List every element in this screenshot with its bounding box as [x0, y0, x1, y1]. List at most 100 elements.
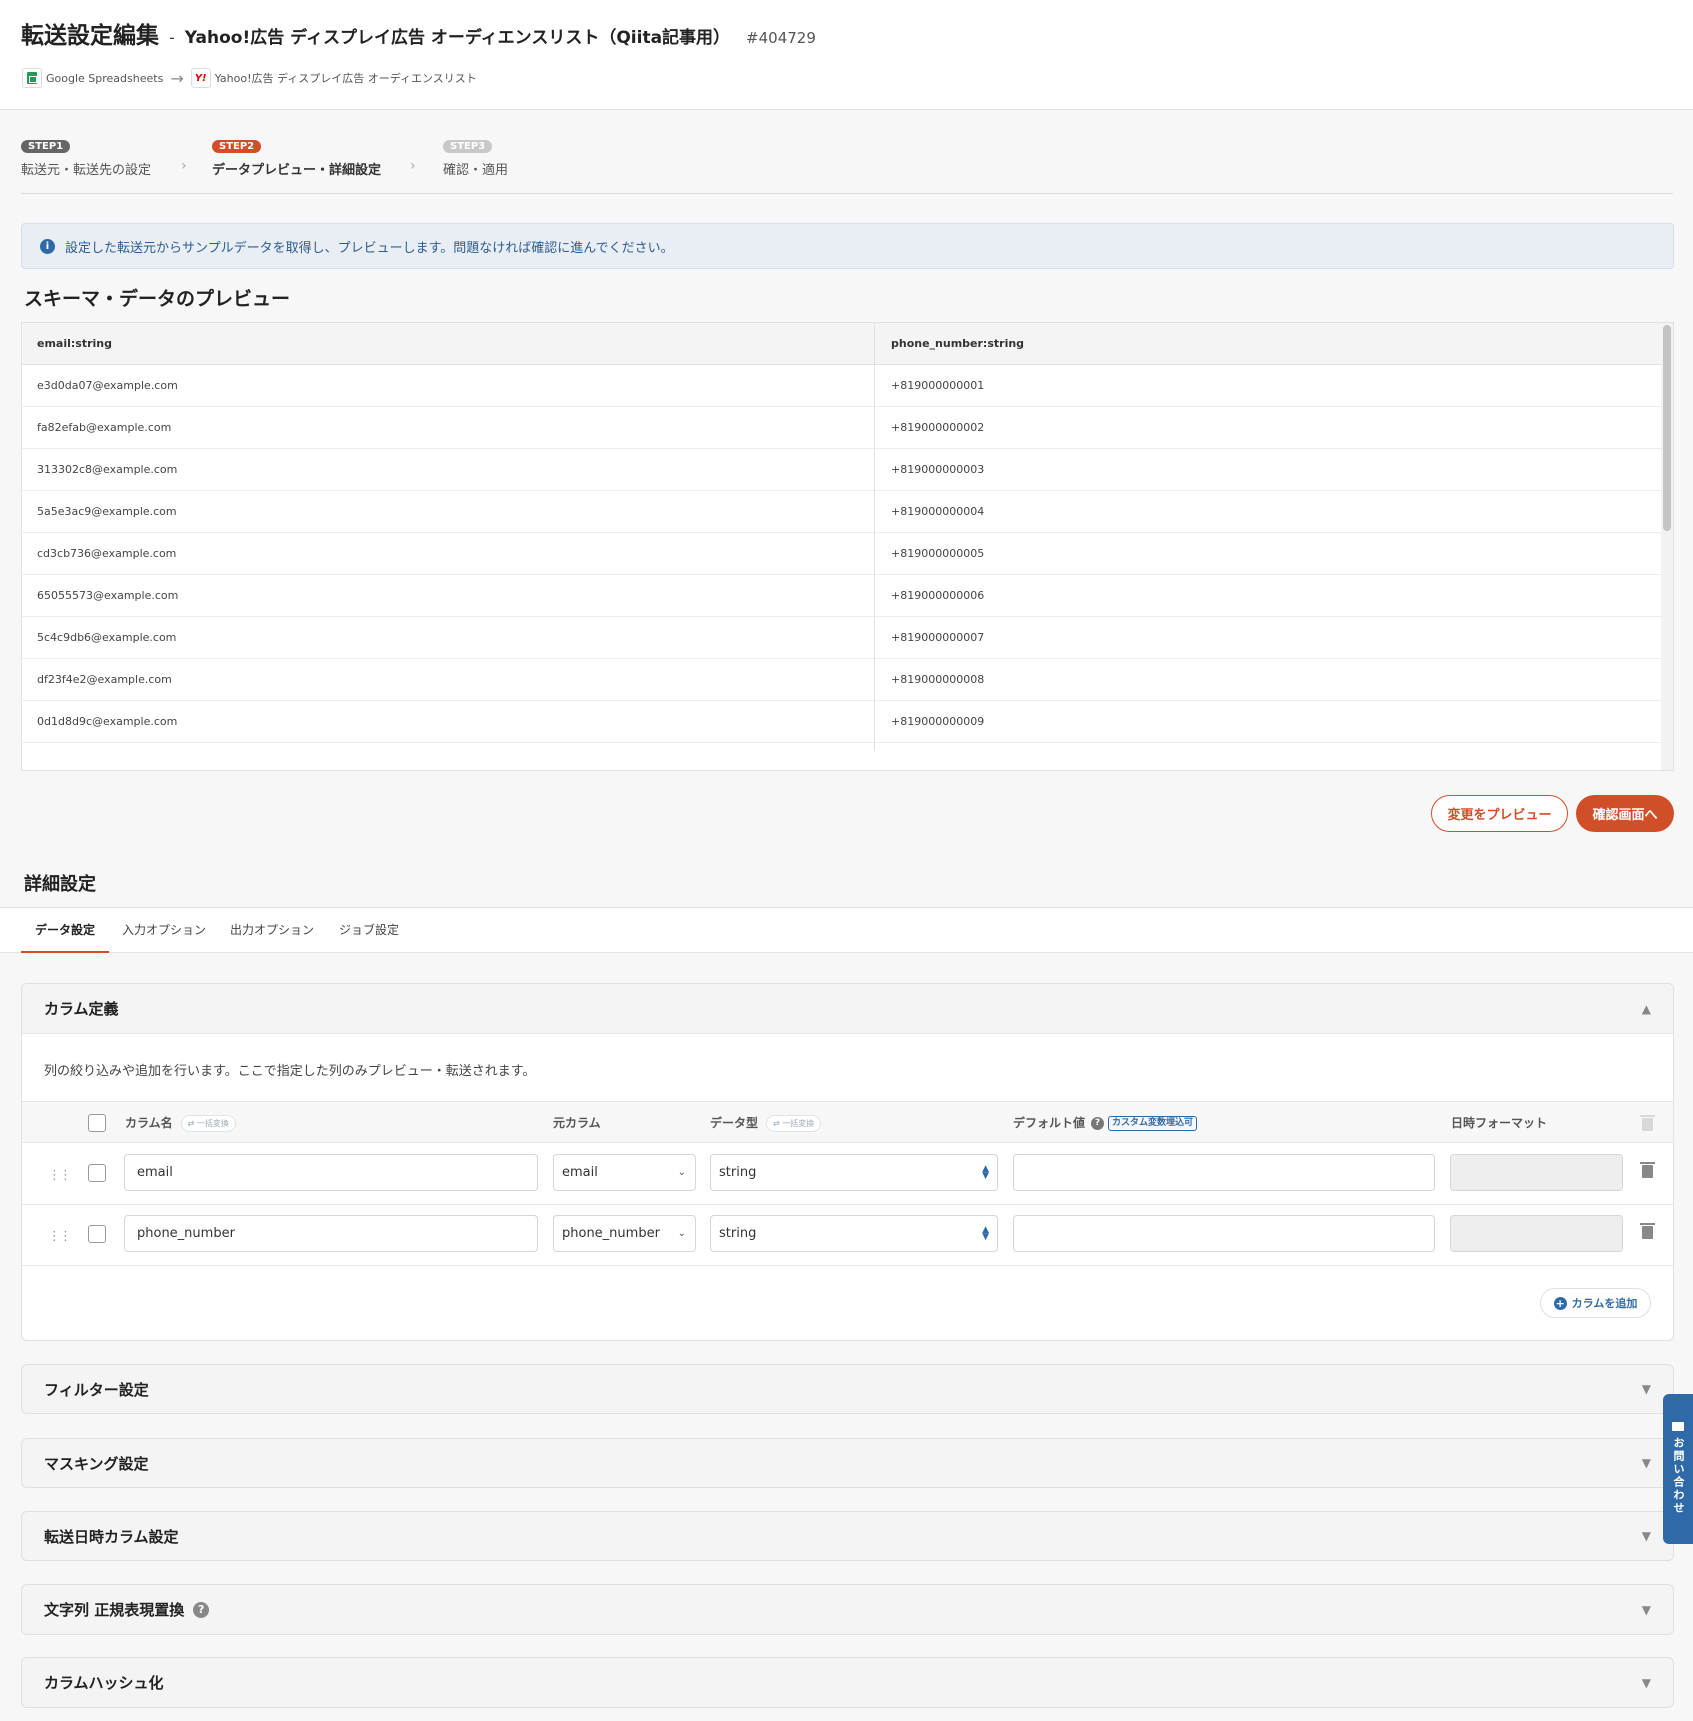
tab-input-options[interactable]: 入力オプション [108, 908, 220, 953]
default-value-input[interactable] [1013, 1215, 1435, 1252]
column-name-value: phone_number [137, 1226, 235, 1241]
updown-arrow-icon: ▲ ▼ [982, 1224, 989, 1242]
step-3-badge: STEP3 [443, 140, 493, 153]
masking-settings-panel[interactable]: マスキング設定 ▼ [21, 1438, 1674, 1488]
column-row: ⋮⋮ phone_number phone_number ⌄ string ▲ ▼ [22, 1205, 1673, 1266]
header-default-value-label: デフォルト値 [1013, 1116, 1086, 1130]
step-2: STEP2 データプレビュー・詳細設定 [212, 134, 381, 178]
add-column-button[interactable]: + カラムを追加 [1540, 1288, 1651, 1318]
transfer-datetime-column-panel[interactable]: 転送日時カラム設定 ▼ [21, 1511, 1674, 1561]
step-2-badge: STEP2 [212, 140, 262, 153]
panel-title: フィルター設定 [44, 1380, 149, 1399]
table-row: 313302c8@example.com +819000000003 [22, 449, 1662, 491]
tab-output-options[interactable]: 出力オプション [216, 908, 328, 953]
source-connector-name: Google Spreadsheets [46, 71, 164, 85]
details-title: 詳細設定 [24, 874, 96, 895]
header-data-type: データ型 ⇄ 一括変換 [710, 1102, 822, 1144]
chevron-down-icon: ▼ [1641, 1456, 1651, 1470]
bulk-convert-name-button[interactable]: ⇄ 一括変換 [180, 1114, 236, 1132]
header-datetime-format: 日時フォーマット [1451, 1116, 1548, 1130]
column-definition-header[interactable]: カラム定義 ▲ [22, 984, 1673, 1034]
column-name-input[interactable]: email [124, 1154, 538, 1191]
confirm-button[interactable]: 確認画面へ [1576, 795, 1674, 832]
source-column-value: email [562, 1165, 598, 1180]
step-1-label: 転送元・転送先の設定 [21, 163, 152, 178]
page-title: 転送設定編集 [21, 23, 159, 49]
chevron-down-icon: ▼ [1641, 1529, 1651, 1543]
tab-data-settings[interactable]: データ設定 [21, 908, 110, 953]
step-3: STEP3 確認・適用 [443, 134, 508, 178]
select-all-checkbox[interactable] [88, 1114, 106, 1132]
mail-icon [1672, 1422, 1684, 1431]
google-sheets-icon [22, 68, 42, 88]
source-column-select[interactable]: phone_number ⌄ [553, 1215, 696, 1252]
updown-arrow-icon: ▲ ▼ [982, 1163, 989, 1181]
source-column-select[interactable]: email ⌄ [553, 1154, 696, 1191]
phone-cell: +819000000002 [891, 421, 985, 434]
data-type-select[interactable]: string ▲ ▼ [710, 1215, 998, 1252]
column-table-header: カラム名 ⇄ 一括変換 元カラム データ型 ⇄ 一括変換 デフォルト値 ? カス… [22, 1101, 1673, 1143]
table-row: df23f4e2@example.com +819000000008 [22, 659, 1662, 701]
bulk-convert-type-button[interactable]: ⇄ 一括変換 [766, 1114, 822, 1132]
chevron-down-icon: ⌄ [677, 1167, 686, 1178]
contact-tab[interactable]: お問い合わせ [1663, 1394, 1693, 1544]
info-text: 設定した転送元からサンプルデータを取得し、プレビューします。問題なければ確認に進… [65, 240, 674, 256]
email-cell: e3d0da07@example.com [37, 379, 178, 392]
column-hash-panel[interactable]: カラムハッシュ化 ▼ [21, 1657, 1674, 1708]
scrollbar-thumb[interactable] [1663, 325, 1671, 531]
table-row: 0d1d8d9c@example.com +819000000009 [22, 701, 1662, 743]
config-name: Yahoo!広告 ディスプレイ広告 オーディエンスリスト（Qiita記事用） [184, 28, 731, 48]
plus-circle-icon: + [1553, 1296, 1567, 1310]
chevron-up-icon[interactable]: ▲ [1642, 1002, 1651, 1016]
email-cell: df23f4e2@example.com [37, 673, 172, 686]
phone-cell: +819000000006 [891, 589, 985, 602]
preview-title: スキーマ・データのプレビュー [24, 288, 291, 310]
phone-cell: +819000000005 [891, 547, 985, 560]
panel-title: 転送日時カラム設定 [44, 1527, 179, 1546]
header-column-name-label: カラム名 [125, 1116, 173, 1130]
preview-changes-button[interactable]: 変更をプレビュー [1431, 795, 1568, 832]
info-banner: i 設定した転送元からサンプルデータを取得し、プレビューします。問題なければ確認… [21, 223, 1674, 269]
step-1[interactable]: STEP1 転送元・転送先の設定 [21, 134, 151, 178]
chevron-right-icon: › [410, 158, 416, 174]
email-cell: 0d1d8d9c@example.com [37, 715, 178, 728]
panel-title: 文字列 正規表現置換 [44, 1601, 185, 1619]
step-3-label: 確認・適用 [443, 163, 509, 178]
step-2-label: データプレビュー・詳細設定 [212, 163, 382, 178]
header-data-type-label: データ型 [710, 1116, 759, 1130]
add-column-label: カラムを追加 [1571, 1297, 1638, 1310]
header-default-value: デフォルト値 ? カスタム変数埋込可 [1013, 1102, 1198, 1144]
phone-cell: +819000000008 [891, 673, 985, 686]
contact-label: お問い合わせ [1672, 1437, 1685, 1515]
trash-icon[interactable] [1640, 1162, 1655, 1178]
column-header: phone_number:string [891, 337, 1025, 350]
step-1-badge: STEP1 [21, 140, 71, 153]
help-icon[interactable]: ? [1091, 1116, 1105, 1130]
step-indicator: STEP1 転送元・転送先の設定 › STEP2 データプレビュー・詳細設定 ›… [21, 134, 1673, 194]
default-value-input[interactable] [1013, 1154, 1435, 1191]
bulk-convert-label: 一括変換 [196, 1118, 229, 1128]
trash-icon[interactable] [1640, 1223, 1655, 1239]
phone-cell: +819000000001 [891, 379, 985, 392]
chevron-down-icon: ▼ [1641, 1382, 1651, 1396]
table-row: 5c4c9db6@example.com +819000000007 [22, 617, 1662, 659]
data-type-value: string [719, 1226, 757, 1241]
drag-handle-icon[interactable]: ⋮⋮ [48, 1168, 72, 1183]
email-cell: 313302c8@example.com [37, 463, 178, 476]
data-type-select[interactable]: string ▲ ▼ [710, 1154, 998, 1191]
drag-handle-icon[interactable]: ⋮⋮ [48, 1229, 72, 1244]
row-checkbox[interactable] [88, 1225, 106, 1243]
table-row: e3d0da07@example.com +819000000001 [22, 365, 1662, 407]
help-icon[interactable]: ? [193, 1601, 210, 1618]
bulk-convert-label: 一括変換 [782, 1118, 815, 1128]
tab-job-settings[interactable]: ジョブ設定 [325, 908, 413, 953]
regex-replace-panel[interactable]: 文字列 正規表現置換 ? ▼ [21, 1584, 1674, 1635]
column-definition-description: 列の絞り込みや追加を行います。ここで指定した列のみプレビュー・転送されます。 [44, 1064, 536, 1079]
header-column-name: カラム名 ⇄ 一括変換 [125, 1102, 236, 1144]
filter-settings-panel[interactable]: フィルター設定 ▼ [21, 1364, 1674, 1414]
phone-cell: +819000000009 [891, 715, 985, 728]
chevron-down-icon: ▼ [1641, 1602, 1651, 1617]
row-checkbox[interactable] [88, 1164, 106, 1182]
column-name-input[interactable]: phone_number [124, 1215, 538, 1252]
datetime-format-input [1450, 1215, 1623, 1252]
